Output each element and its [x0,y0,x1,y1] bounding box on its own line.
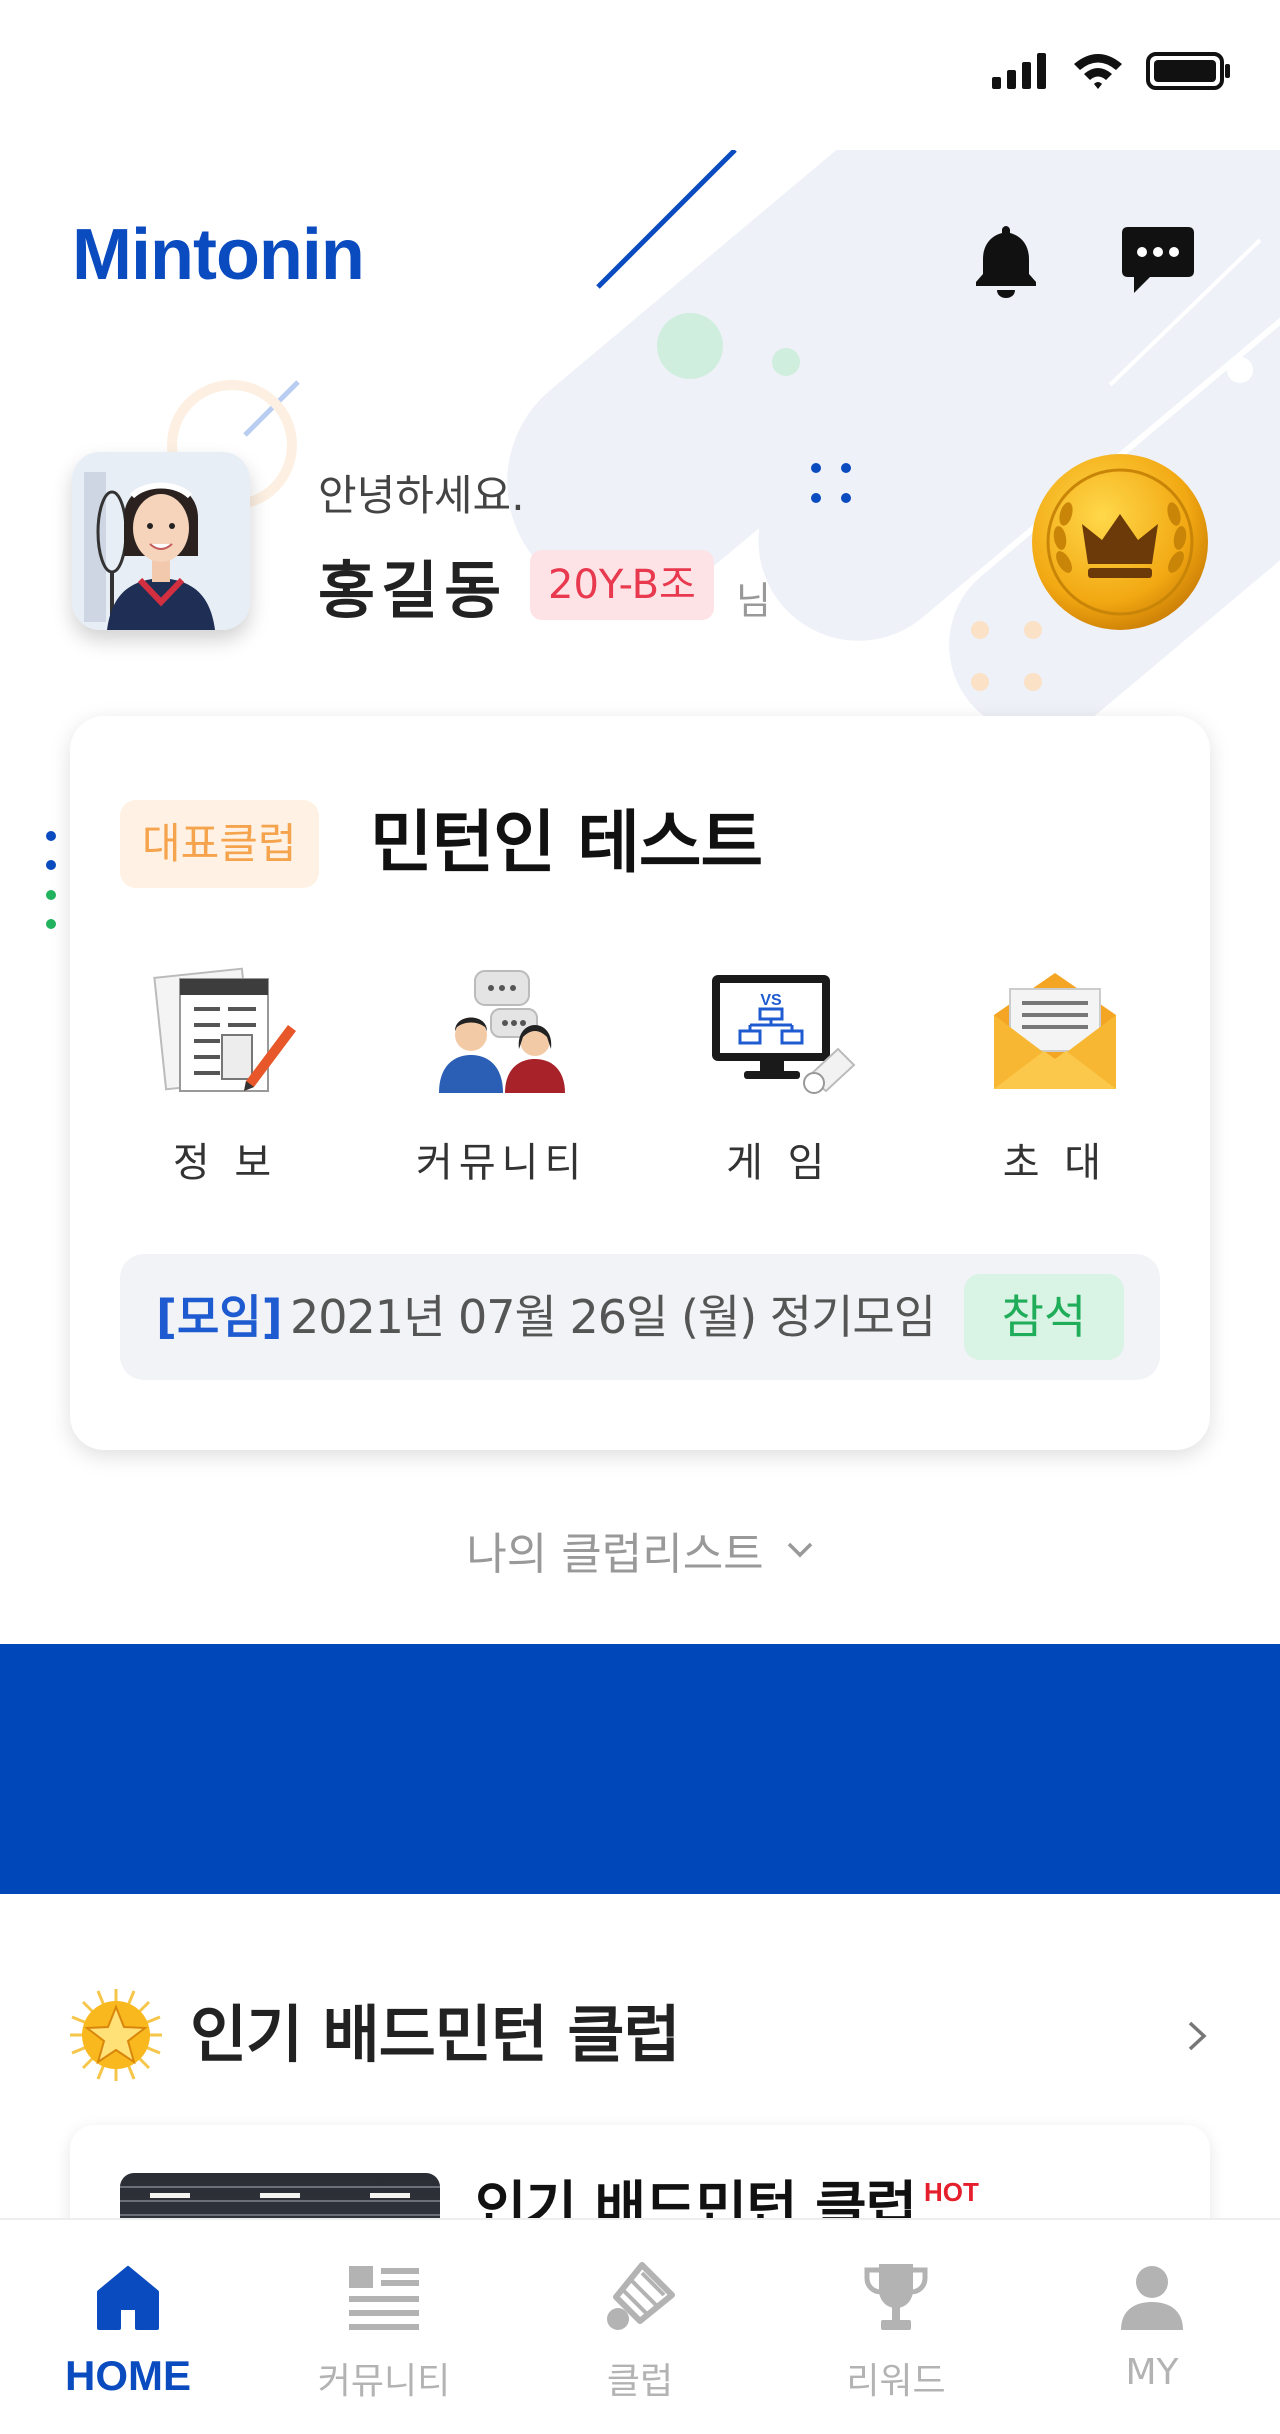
meeting-type-label: [모임] [156,1290,283,1344]
svg-text:VS: VS [761,992,783,1009]
tab-community-label: 커뮤니티 [317,2361,451,2402]
club-menu-community[interactable]: 커뮤니티 [377,960,627,1210]
trophy-icon [864,2264,928,2330]
club-menu-game[interactable]: VS 게 임 [653,960,903,1210]
notification-button[interactable] [966,220,1046,300]
club-name[interactable]: 민턴인 테스트 [370,800,763,888]
shuttlecock-icon [607,2262,675,2330]
bottom-tab-bar: HOME 커뮤니티 클럽 리워드 MY [0,2218,1280,2434]
profile-photo [72,452,250,630]
club-menu-info-label: 정 보 [172,1140,278,1186]
wifi-icon [1074,54,1122,89]
chevron-right-icon[interactable] [1172,2011,1222,2061]
attend-button[interactable]: 참석 [964,1274,1124,1360]
home-icon [97,2266,159,2330]
tab-club[interactable]: 클럽 [512,2220,768,2434]
document-pen-icon [153,967,296,1092]
star-medal-icon [70,1989,162,2081]
battery-icon [1146,52,1230,90]
tab-club-label: 클럽 [606,2361,674,2402]
list-icon [349,2266,419,2330]
representative-club-tag: 대표클럽 [120,800,319,888]
tab-home[interactable]: HOME [0,2220,256,2434]
popular-clubs-header: 인기 배드민턴 클럽 [0,1985,1280,2085]
avatar[interactable] [72,452,250,630]
club-menu-game-label: 게 임 [726,1140,831,1186]
promo-banner[interactable] [0,1644,1280,1894]
app-logo: Mintonin [72,215,365,295]
club-menu-invite[interactable]: 초 대 [930,960,1180,1210]
profile-section: 안녕하세요. 홍길동 20Y-B조 님 [72,452,1212,642]
chat-bubble-icon [1122,227,1194,293]
representative-club-card: 대표클럽 민턴인 테스트 정 보 커뮤니티 VS 게 임 초 대 [모임] 20… [70,716,1210,1450]
club-menu-info[interactable]: 정 보 [100,960,350,1210]
honorific-text: 님 [736,579,771,623]
club-menu-invite-label: 초 대 [1002,1140,1108,1186]
people-chat-icon [438,970,565,1093]
envelope-icon [993,973,1116,1089]
bell-icon [976,226,1036,298]
hot-badge: HOT [924,2177,979,2207]
app-header: Mintonin [0,200,1280,320]
tab-reward[interactable]: 리워드 [768,2220,1024,2434]
user-name: 홍길동 [318,554,508,627]
game-bracket-monitor-icon: VS [712,975,856,1094]
tab-reward-label: 리워드 [846,2361,946,2402]
person-icon [1121,2266,1183,2330]
group-badge: 20Y-B조 [530,550,714,620]
meeting-description: 2021년 07월 26일 (월) 정기모임 [290,1290,936,1344]
my-club-list-label: 나의 클럽리스트 [466,1529,764,1580]
tab-home-label: HOME [65,2352,191,2399]
tab-my-label: MY [1125,2352,1179,2393]
chevron-down-icon [787,1542,812,1558]
greeting-text: 안녕하세요. [318,471,525,520]
signal-icon [992,53,1046,89]
tab-community[interactable]: 커뮤니티 [256,2220,512,2434]
popular-clubs-title: 인기 배드민턴 클럽 [190,1998,680,2071]
message-button[interactable] [1118,220,1198,300]
tab-my[interactable]: MY [1024,2220,1280,2434]
my-club-list-toggle[interactable]: 나의 클럽리스트 [0,1510,1280,1590]
crown-medal-icon[interactable] [1030,452,1210,632]
club-menu: 정 보 커뮤니티 VS 게 임 초 대 [100,960,1180,1210]
meeting-notice[interactable]: [모임] 2021년 07월 26일 (월) 정기모임 참석 [120,1254,1160,1380]
club-menu-community-label: 커뮤니티 [416,1140,588,1186]
status-bar [0,0,1280,150]
